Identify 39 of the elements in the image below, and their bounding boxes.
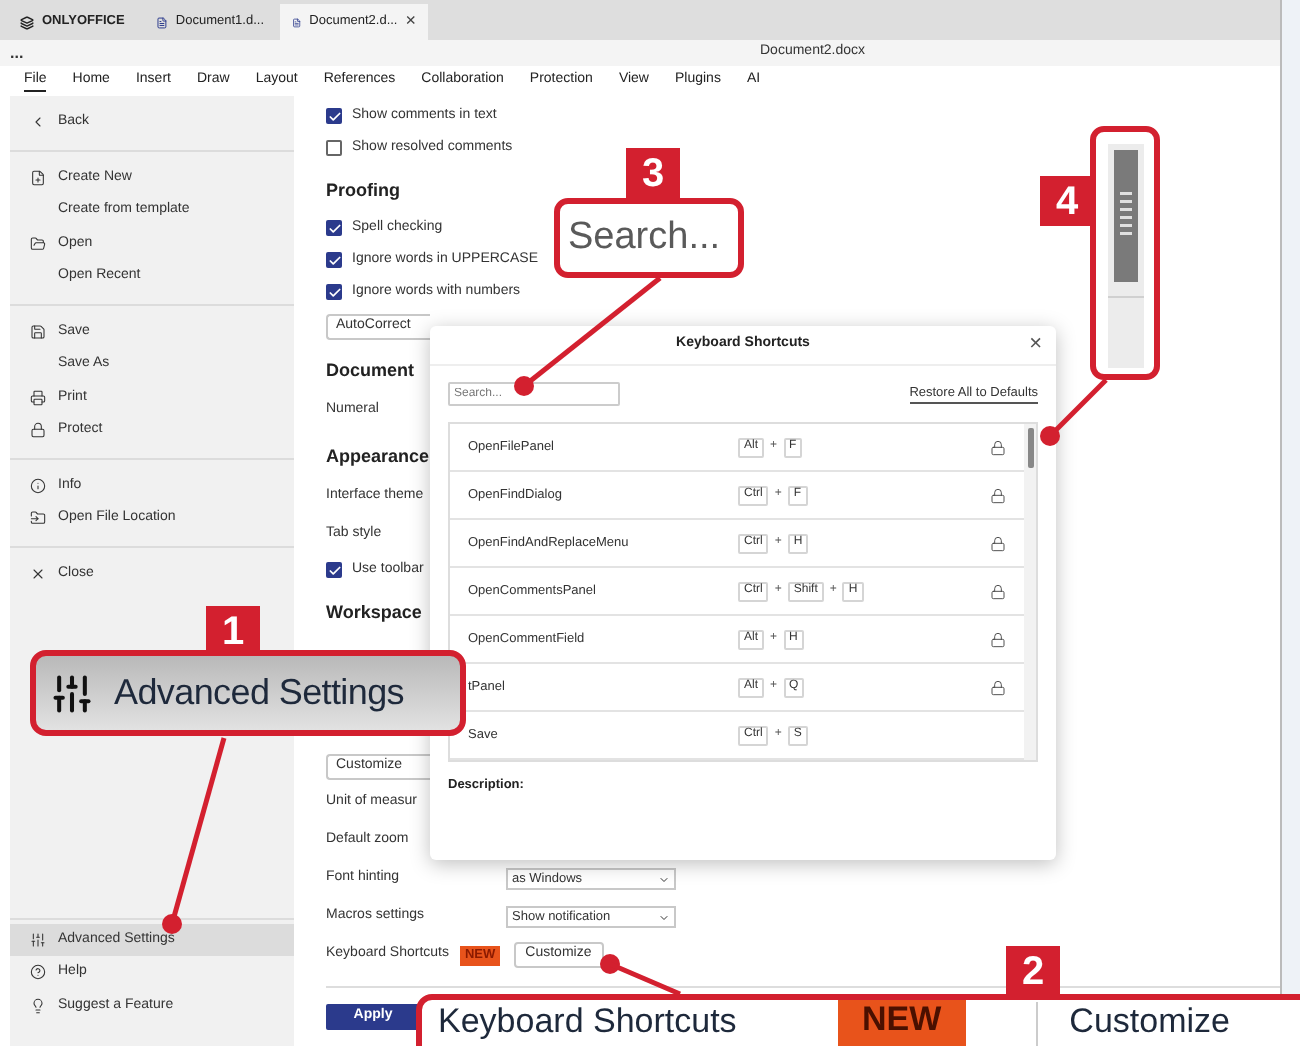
document-icon (292, 15, 302, 29)
sliders-icon (29, 931, 45, 948)
close-button[interactable]: × (1029, 334, 1042, 356)
checkbox[interactable] (326, 252, 342, 268)
sliders-icon (50, 671, 94, 715)
chevron-down-icon (658, 911, 670, 923)
checkbox[interactable] (326, 220, 342, 236)
new-file-icon (29, 169, 45, 186)
chevron-down-icon (658, 873, 670, 885)
step-number: 4 (1040, 176, 1094, 226)
step-number: 2 (1006, 946, 1060, 996)
section-heading: Appearance (326, 443, 430, 470)
checkbox[interactable] (326, 140, 342, 156)
section-heading: Proofing (326, 177, 400, 204)
help-icon (29, 964, 45, 981)
printer-icon (29, 389, 45, 406)
logo-icon (20, 15, 34, 29)
folder-icon (29, 510, 45, 527)
callout-text: Keyboard Shortcuts (438, 1002, 739, 1040)
new-badge: NEW (838, 1000, 966, 1046)
section-heading: Workspace (326, 599, 422, 626)
lightbulb-icon (29, 997, 45, 1014)
checkbox[interactable] (326, 284, 342, 300)
step-number: 3 (626, 148, 680, 198)
callout-text: Search... (568, 213, 721, 262)
section-heading: Document (326, 357, 415, 383)
lock-icon (29, 422, 45, 439)
callout-text: Customize (1069, 1002, 1230, 1040)
info-icon (29, 477, 45, 494)
more-button[interactable]: ... (0, 45, 24, 61)
close-icon (29, 565, 45, 582)
document-icon (156, 15, 168, 29)
scrollbar-thumb[interactable] (1027, 428, 1033, 468)
callout-text: Advanced Settings (114, 670, 404, 716)
folder-icon (29, 235, 45, 252)
checkbox[interactable] (326, 562, 342, 578)
save-icon (29, 323, 45, 340)
step-number: 1 (206, 606, 260, 656)
checkbox[interactable] (326, 108, 342, 124)
